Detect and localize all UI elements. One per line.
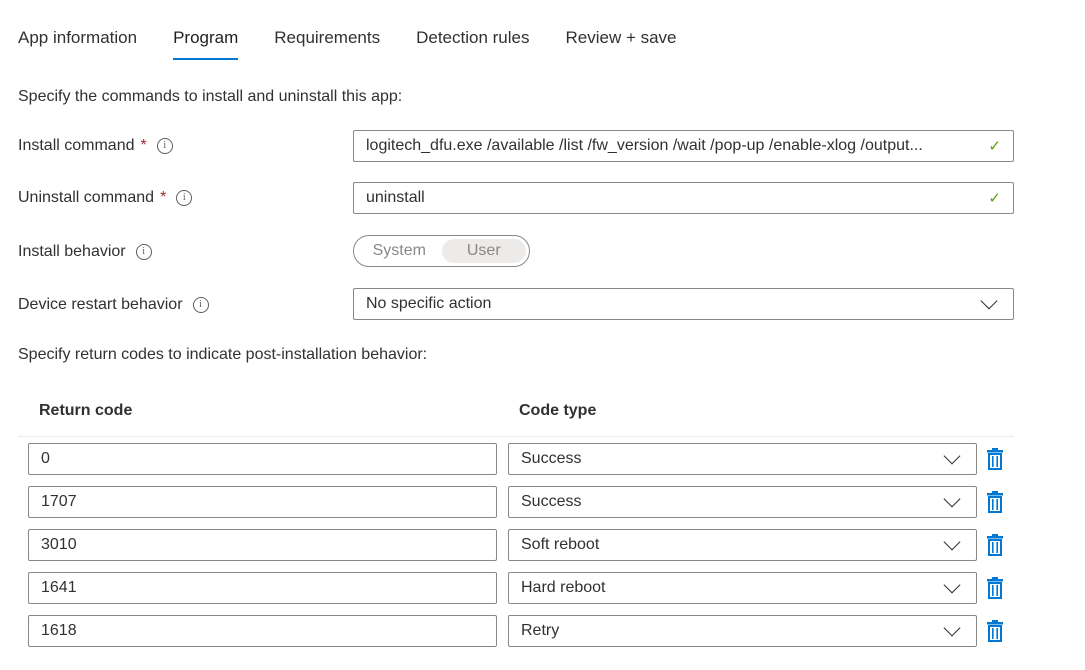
table-divider [18,436,1014,437]
chevron-down-icon [943,619,961,637]
trash-icon[interactable] [986,447,1004,471]
uninstall-command-value: uninstall [366,189,425,206]
return-code-input[interactable]: 1707 [28,486,497,518]
return-code-value: 3010 [41,536,77,553]
code-type-value: Success [521,450,582,467]
code-type-value: Success [521,493,582,510]
trash-icon[interactable] [986,619,1004,643]
code-type-value: Retry [521,622,560,639]
install-command-label-row: Install command * i [18,137,173,155]
code-type-dropdown[interactable]: Retry [508,615,977,647]
return-code-value: 0 [41,450,50,467]
uninstall-command-label-row: Uninstall command * i [18,189,193,207]
tab-program[interactable]: Program [173,28,239,60]
info-icon[interactable]: i [176,190,193,206]
code-type-value: Soft reboot [521,536,600,553]
tab-detection-rules[interactable]: Detection rules [416,28,529,58]
tab-review-save[interactable]: Review + save [565,28,676,58]
restart-behavior-dropdown[interactable]: No specific action [353,288,1014,320]
required-marker: * [160,189,167,206]
chevron-down-icon [943,490,961,508]
code-type-dropdown[interactable]: Success [508,486,977,518]
return-code-value: 1641 [41,579,77,596]
toggle-option-system[interactable]: System [357,239,442,263]
info-icon[interactable]: i [135,244,152,260]
required-marker: * [140,137,147,154]
code-type-dropdown[interactable]: Success [508,443,977,475]
restart-behavior-label: Device restart behavior [18,296,183,313]
tab-bar: App information Program Requirements Det… [18,28,713,60]
code-type-dropdown[interactable]: Soft reboot [508,529,977,561]
restart-behavior-value: No specific action [366,295,492,312]
chevron-down-icon [943,447,961,465]
trash-icon[interactable] [986,490,1004,514]
install-behavior-label-row: Install behavior i [18,243,152,261]
return-code-value: 1618 [41,622,77,639]
install-behavior-label: Install behavior [18,243,126,260]
trash-icon[interactable] [986,576,1004,600]
restart-behavior-label-row: Device restart behavior i [18,296,209,314]
tab-requirements[interactable]: Requirements [274,28,380,58]
chevron-down-icon [943,533,961,551]
tab-app-information[interactable]: App information [18,28,137,58]
return-codes-intro: Specify return codes to indicate post-in… [18,346,428,363]
install-command-value: logitech_dfu.exe /available /list /fw_ve… [366,137,923,154]
install-command-label: Install command [18,137,135,154]
toggle-option-user[interactable]: User [441,239,526,263]
code-type-value: Hard reboot [521,579,606,596]
uninstall-command-label: Uninstall command [18,189,155,206]
chevron-down-icon [943,576,961,594]
info-icon[interactable]: i [156,138,173,154]
trash-icon[interactable] [986,533,1004,557]
return-code-input[interactable]: 0 [28,443,497,475]
install-behavior-toggle[interactable]: System User [353,235,530,267]
return-code-value: 1707 [41,493,77,510]
return-code-input[interactable]: 1618 [28,615,497,647]
uninstall-command-field[interactable]: uninstall ✓ [353,182,1014,214]
code-type-dropdown[interactable]: Hard reboot [508,572,977,604]
checkmark-icon: ✓ [988,190,1001,207]
commands-intro: Specify the commands to install and unin… [18,88,403,105]
chevron-down-icon [980,292,998,310]
column-header-return-code: Return code [39,402,133,419]
column-header-code-type: Code type [519,402,597,419]
return-code-input[interactable]: 3010 [28,529,497,561]
install-command-field[interactable]: logitech_dfu.exe /available /list /fw_ve… [353,130,1014,162]
checkmark-icon: ✓ [988,138,1001,155]
return-code-input[interactable]: 1641 [28,572,497,604]
info-icon[interactable]: i [192,297,209,313]
